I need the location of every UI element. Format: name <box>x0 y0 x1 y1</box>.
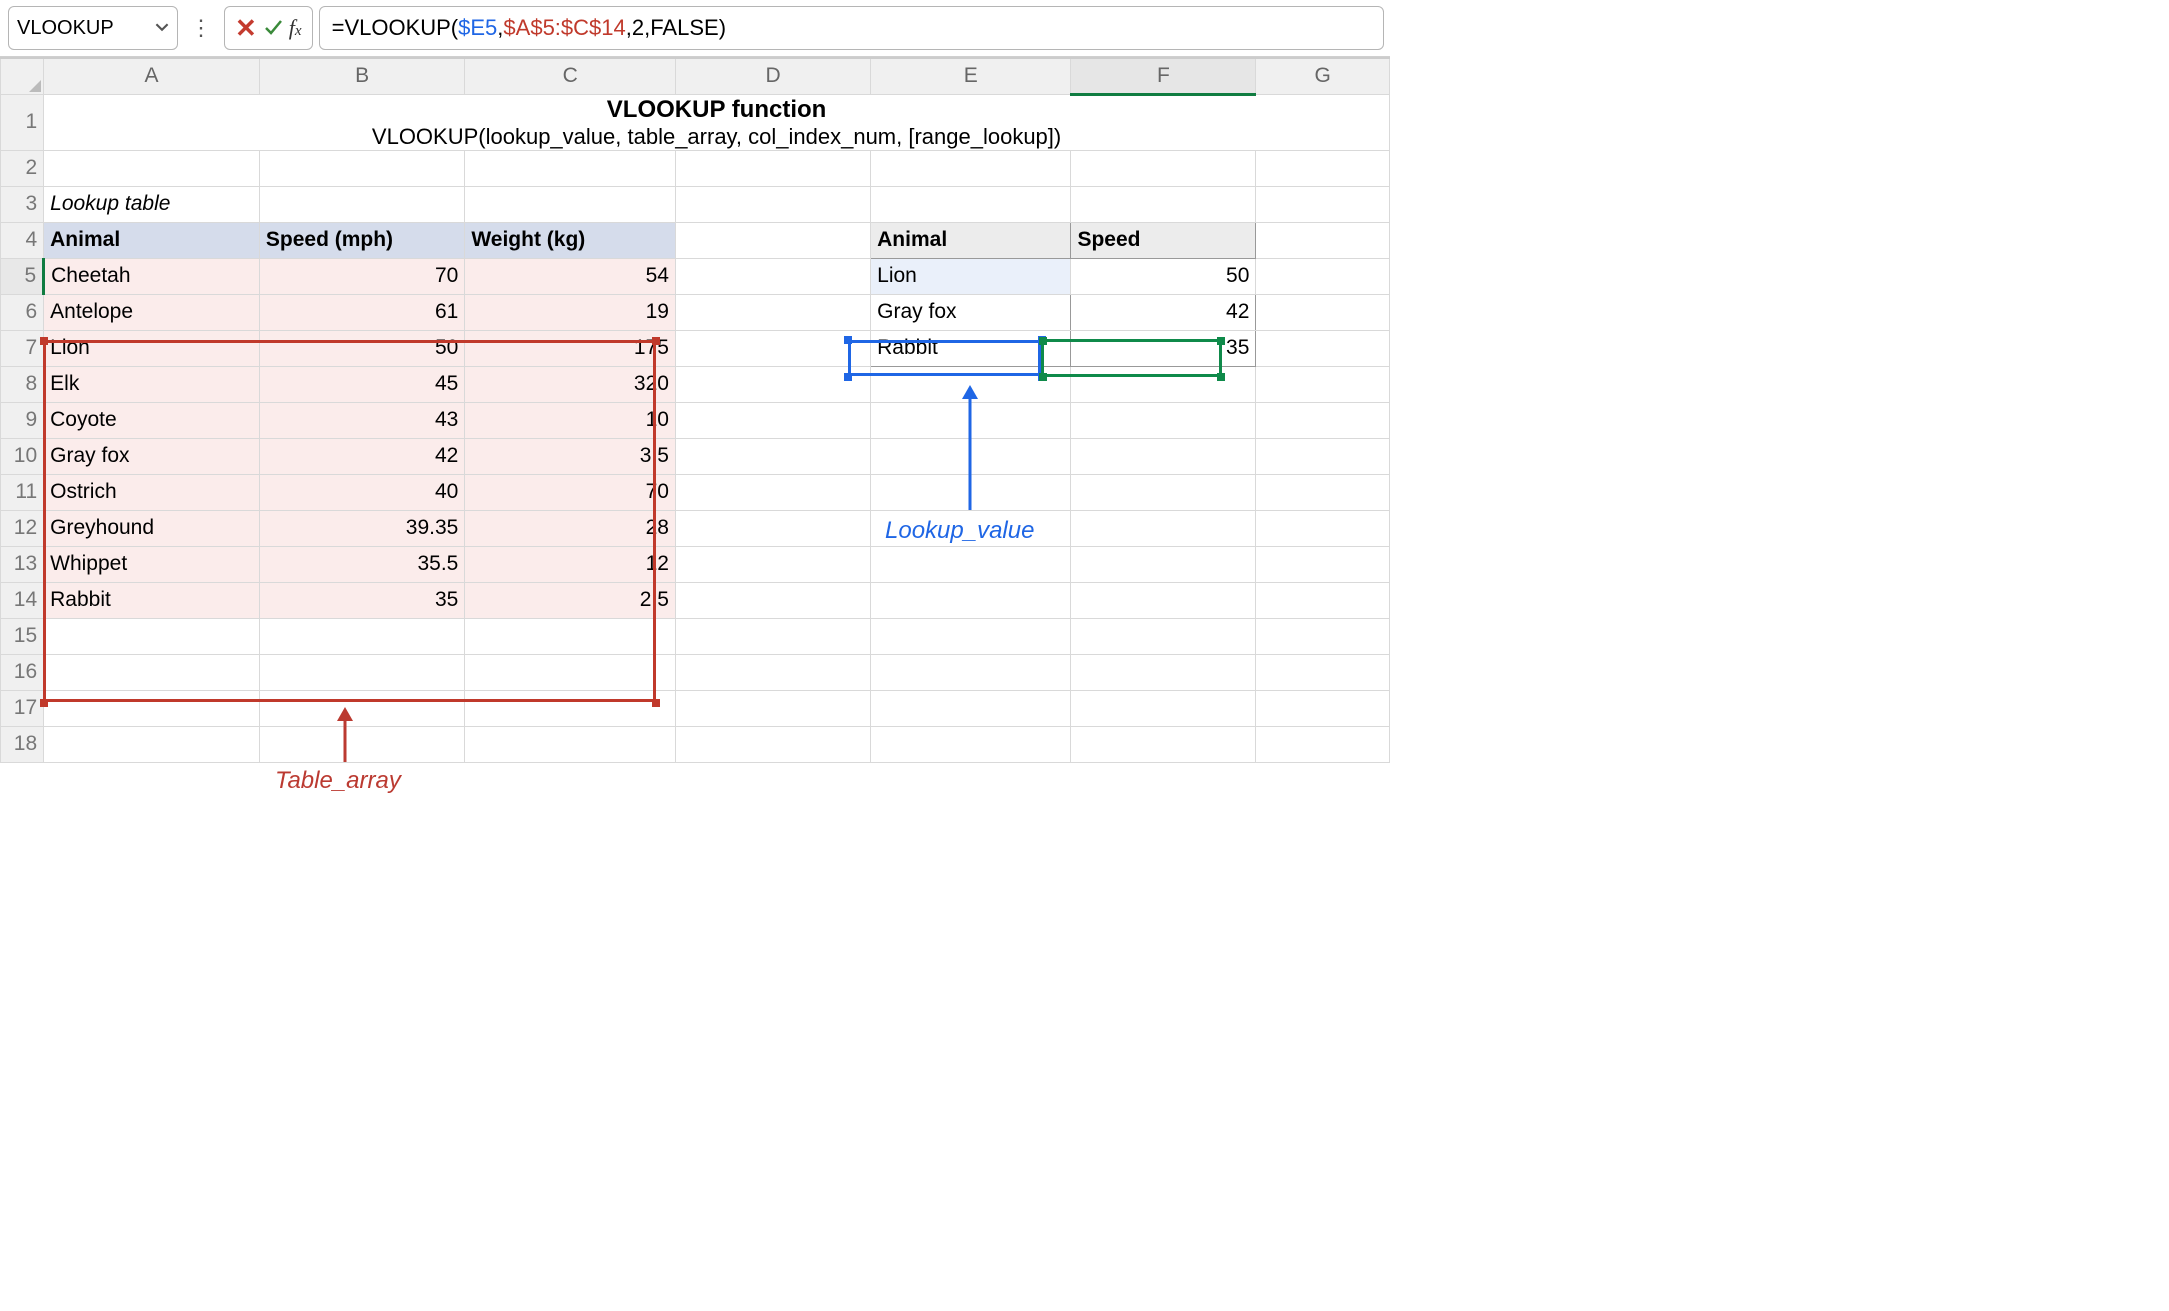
range-handle[interactable] <box>1217 373 1225 381</box>
cell-b5[interactable]: 70 <box>259 258 464 294</box>
cell-title[interactable]: VLOOKUP function VLOOKUP(lookup_value, t… <box>44 94 1390 150</box>
rh-speed[interactable]: Speed <box>1071 222 1256 258</box>
col-header-b[interactable]: B <box>259 58 464 94</box>
row-header-4[interactable]: 4 <box>1 222 44 258</box>
range-handle[interactable] <box>652 699 660 707</box>
title-text: VLOOKUP function <box>50 96 1383 124</box>
rh-animal[interactable]: Animal <box>871 222 1071 258</box>
range-handle[interactable] <box>844 373 852 381</box>
vertical-dots-icon[interactable]: ⋮ <box>184 15 218 41</box>
lh-weight[interactable]: Weight (kg) <box>465 222 676 258</box>
select-all-cell[interactable] <box>1 58 44 94</box>
cell-f5[interactable]: 50 <box>1071 258 1256 294</box>
accept-icon[interactable] <box>263 13 283 44</box>
range-handle[interactable] <box>40 699 48 707</box>
cell-a5[interactable]: Cheetah <box>44 258 260 294</box>
range-handle[interactable] <box>1217 337 1225 345</box>
formula-bar[interactable]: =VLOOKUP($E5,$A$5:$C$14,2,FALSE) <box>319 6 1384 50</box>
cell[interactable] <box>44 150 260 186</box>
cancel-icon[interactable]: ✕ <box>235 13 257 44</box>
name-box-value: VLOOKUP <box>9 17 147 40</box>
name-box[interactable]: VLOOKUP <box>8 6 178 50</box>
lh-animal[interactable]: Animal <box>44 222 260 258</box>
row-header-2[interactable]: 2 <box>1 150 44 186</box>
row-header-5[interactable]: 5 <box>1 258 44 294</box>
range-handle[interactable] <box>40 337 48 345</box>
col-header-c[interactable]: C <box>465 58 676 94</box>
range-handle[interactable] <box>652 337 660 345</box>
formula-toolbar: VLOOKUP ⋮ ✕ fx =VLOOKUP($E5,$A$5:$C$14,2… <box>0 0 1390 57</box>
fx-icon[interactable]: fx <box>289 15 302 41</box>
cell-e5[interactable]: Lion <box>871 258 1071 294</box>
range-handle[interactable] <box>844 336 852 344</box>
col-header-a[interactable]: A <box>44 58 260 94</box>
range-handle[interactable] <box>1039 337 1047 345</box>
col-header-e[interactable]: E <box>871 58 1071 94</box>
table-array-annotation: Table_array <box>275 767 401 795</box>
col-header-d[interactable]: D <box>675 58 870 94</box>
lookup-table-label[interactable]: Lookup table <box>44 186 260 222</box>
syntax-text: VLOOKUP(lookup_value, table_array, col_i… <box>50 124 1383 150</box>
row-header-3[interactable]: 3 <box>1 186 44 222</box>
col-header-g[interactable]: G <box>1256 58 1390 94</box>
chevron-down-icon[interactable] <box>147 18 177 39</box>
lh-speed[interactable]: Speed (mph) <box>259 222 464 258</box>
range-handle[interactable] <box>1039 373 1047 381</box>
row-header-1[interactable]: 1 <box>1 94 44 150</box>
cell-c5[interactable]: 54 <box>465 258 676 294</box>
row-header-7[interactable]: 7 <box>1 330 44 366</box>
row-header-6[interactable]: 6 <box>1 294 44 330</box>
spreadsheet[interactable]: A B C D E F G 1 VLOOKUP function VLOOKUP… <box>0 57 1390 763</box>
col-header-f[interactable]: F <box>1071 58 1256 94</box>
formula-action-buttons: ✕ fx <box>224 6 313 50</box>
